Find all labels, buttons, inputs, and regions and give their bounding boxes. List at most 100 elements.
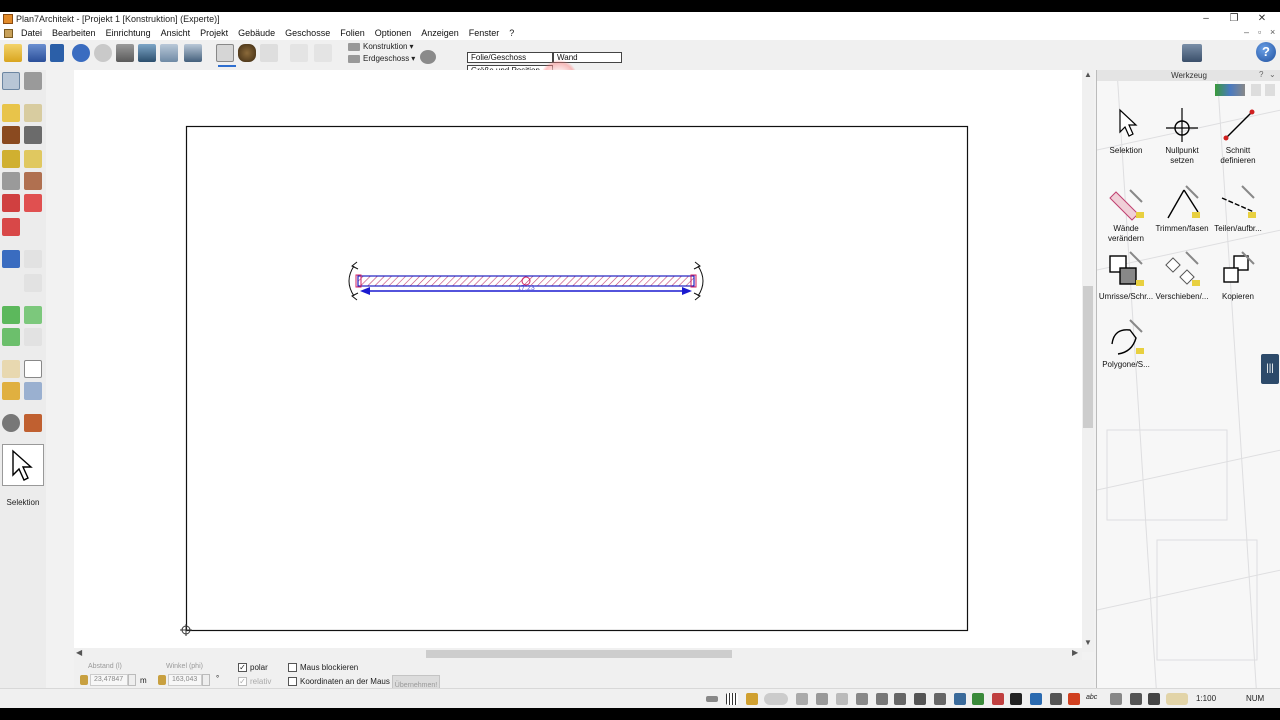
menu-datei[interactable]: Datei bbox=[16, 28, 47, 38]
terrain-edit-icon[interactable] bbox=[24, 306, 42, 324]
render-icon[interactable] bbox=[260, 44, 278, 62]
close-button[interactable]: ✕ bbox=[1248, 12, 1276, 26]
horizontal-scrollbar[interactable]: ◀ ▶ bbox=[74, 648, 1082, 660]
tool-view-icon[interactable] bbox=[1215, 84, 1245, 96]
beam-icon[interactable] bbox=[2, 172, 20, 190]
panel-pin-icon[interactable]: ⌄ bbox=[1269, 70, 1276, 79]
panel-help-icon[interactable]: ? bbox=[1259, 70, 1263, 79]
tool-polygone[interactable]: Polygone/S... bbox=[1098, 318, 1154, 370]
mdi-restore-icon[interactable]: ▫ bbox=[1258, 27, 1261, 37]
tool-lock-icon[interactable] bbox=[1251, 84, 1261, 96]
menu-bearbeiten[interactable]: Bearbeiten bbox=[47, 28, 101, 38]
help-button[interactable]: ? bbox=[1256, 42, 1276, 62]
tools-icon[interactable] bbox=[24, 414, 42, 432]
tool-nullpunkt-setzen[interactable]: Nullpunkt setzen bbox=[1154, 104, 1210, 166]
menu-ansicht[interactable]: Ansicht bbox=[156, 28, 196, 38]
scroll-left-icon[interactable]: ◀ bbox=[76, 648, 82, 657]
view-icon[interactable] bbox=[1110, 693, 1122, 705]
snap-middle-icon[interactable] bbox=[934, 693, 946, 705]
undo-icon[interactable] bbox=[50, 44, 64, 62]
menu-help[interactable]: ? bbox=[504, 28, 519, 38]
layer-floor-tab[interactable]: Folie/Geschoss bbox=[467, 52, 553, 63]
menu-anzeigen[interactable]: Anzeigen bbox=[416, 28, 464, 38]
hand-tool-icon[interactable] bbox=[24, 72, 42, 90]
menu-gebaeude[interactable]: Gebäude bbox=[233, 28, 280, 38]
wall-tool-icon[interactable] bbox=[2, 104, 20, 122]
snap-active-icon[interactable] bbox=[1068, 693, 1080, 705]
construction-dropdown[interactable]: Konstruktion ▾ bbox=[348, 42, 413, 51]
3d-house-icon[interactable] bbox=[238, 44, 256, 62]
scroll-right-icon[interactable]: ▶ bbox=[1072, 648, 1078, 657]
block-mouse-checkbox[interactable]: Maus blockieren bbox=[288, 663, 358, 672]
catalog-book-icon[interactable] bbox=[1182, 44, 1202, 62]
snap-toggle-icon[interactable] bbox=[764, 693, 788, 705]
menu-geschosse[interactable]: Geschosse bbox=[280, 28, 335, 38]
text-icon[interactable] bbox=[24, 360, 42, 378]
tool-verschieben[interactable]: Verschieben/... bbox=[1154, 250, 1210, 302]
wall-group-icon[interactable] bbox=[24, 104, 42, 122]
roof-window-icon[interactable] bbox=[24, 194, 42, 212]
tool-kopieren[interactable]: Kopieren bbox=[1210, 250, 1266, 302]
redo-icon[interactable] bbox=[72, 44, 90, 62]
menu-folien[interactable]: Folien bbox=[335, 28, 370, 38]
terrain-icon[interactable] bbox=[2, 306, 20, 324]
gears-icon[interactable] bbox=[2, 414, 20, 432]
zoom-window-icon[interactable] bbox=[160, 44, 178, 62]
print-preview-icon[interactable] bbox=[138, 44, 156, 62]
wall-handle-left[interactable] bbox=[348, 261, 359, 301]
scroll-down-icon[interactable]: ▼ bbox=[1082, 638, 1094, 647]
building-view-icon[interactable] bbox=[216, 44, 234, 62]
horizontal-scroll-thumb[interactable] bbox=[426, 650, 732, 658]
status-wall-icon[interactable] bbox=[706, 696, 718, 702]
panel-grip-handle[interactable]: ||| bbox=[1261, 354, 1279, 384]
snap-red-icon[interactable] bbox=[992, 693, 1004, 705]
snap-black-icon[interactable] bbox=[1010, 693, 1022, 705]
plants-icon[interactable] bbox=[2, 328, 20, 346]
snap-point-icon[interactable] bbox=[894, 693, 906, 705]
stairs-icon[interactable] bbox=[2, 150, 20, 168]
save-icon[interactable] bbox=[28, 44, 46, 62]
snap-ortho-icon[interactable] bbox=[954, 693, 966, 705]
minimize-button[interactable]: – bbox=[1192, 12, 1220, 26]
polar-checkbox[interactable]: ✓ polar bbox=[238, 663, 268, 672]
distance-input[interactable]: 23,47847 bbox=[90, 674, 128, 686]
origin-marker[interactable] bbox=[180, 624, 192, 636]
door-icon[interactable] bbox=[2, 126, 20, 144]
menu-einrichtung[interactable]: Einrichtung bbox=[101, 28, 156, 38]
mdi-minimize-icon[interactable]: – bbox=[1244, 27, 1249, 37]
tree-status-icon[interactable] bbox=[1148, 693, 1160, 705]
pencil-icon[interactable] bbox=[2, 382, 20, 400]
angle-stepper[interactable] bbox=[202, 674, 210, 686]
tool-teilen-aufbrechen[interactable]: Teilen/aufbr... bbox=[1210, 182, 1266, 234]
slab-icon[interactable] bbox=[24, 150, 42, 168]
pencil-status-icon[interactable] bbox=[746, 693, 758, 705]
drawing-canvas[interactable]: 17,23 bbox=[74, 70, 1082, 652]
vertical-scroll-thumb[interactable] bbox=[1083, 286, 1093, 428]
memo-icon[interactable] bbox=[1166, 693, 1188, 705]
coords-at-mouse-checkbox[interactable]: Koordinaten an der Maus bbox=[288, 677, 390, 686]
menu-fenster[interactable]: Fenster bbox=[464, 28, 505, 38]
tool-selektion[interactable]: Selektion bbox=[1098, 104, 1154, 156]
hatch-status-icon[interactable] bbox=[836, 693, 848, 705]
measure-status-icon[interactable] bbox=[856, 693, 868, 705]
document-icon[interactable] bbox=[4, 28, 13, 38]
distance-lock-icon[interactable] bbox=[80, 675, 88, 685]
snap-grey-icon[interactable] bbox=[1050, 693, 1062, 705]
text-style-icon[interactable]: abc bbox=[1086, 694, 1097, 701]
relative-checkbox[interactable]: ✓ relativ bbox=[238, 677, 271, 686]
vertical-scrollbar[interactable]: ▲ ▼ bbox=[1082, 70, 1094, 652]
scale-indicator[interactable]: 1:100 bbox=[1196, 694, 1216, 703]
menu-projekt[interactable]: Projekt bbox=[195, 28, 233, 38]
zoom-extents-icon[interactable] bbox=[184, 44, 202, 62]
snap-tree-icon[interactable] bbox=[972, 693, 984, 705]
dormer-icon[interactable] bbox=[2, 218, 20, 236]
grid-icon[interactable] bbox=[726, 693, 738, 705]
dimension-icon[interactable] bbox=[2, 360, 20, 378]
window-icon[interactable] bbox=[24, 126, 42, 144]
furniture-chair-icon[interactable] bbox=[2, 250, 20, 268]
scroll-up-icon[interactable]: ▲ bbox=[1082, 70, 1094, 79]
tool-schnitt-definieren[interactable]: Schnitt definieren bbox=[1210, 104, 1266, 166]
brush-icon[interactable] bbox=[24, 382, 42, 400]
filter-icon[interactable] bbox=[1130, 693, 1142, 705]
snap-blue-icon[interactable] bbox=[1030, 693, 1042, 705]
